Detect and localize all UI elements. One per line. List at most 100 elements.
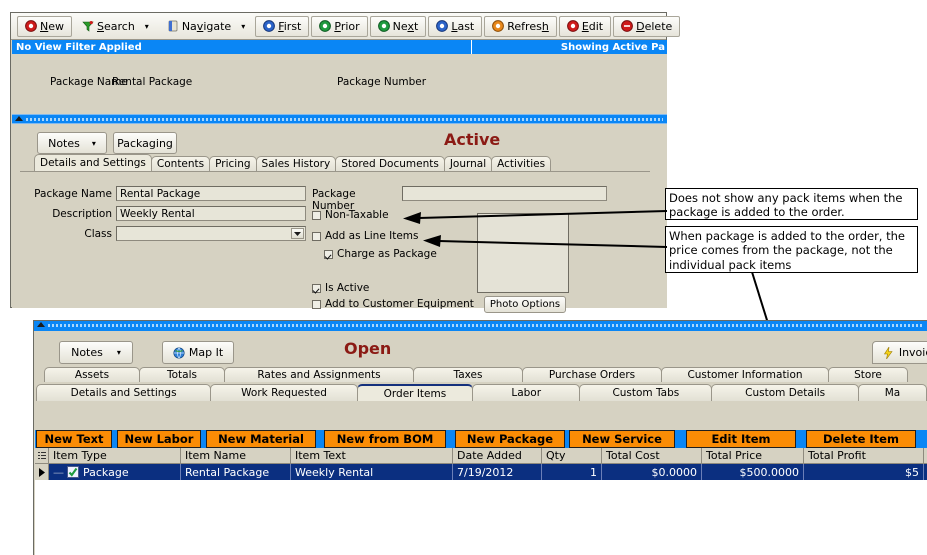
tab-details-and-settings[interactable]: Details and Settings	[34, 154, 152, 171]
search-button-label: Search	[97, 19, 135, 33]
tab-labor[interactable]: Labor	[472, 384, 581, 401]
is-active-checkbox[interactable]: Is Active	[312, 282, 369, 294]
package-tabstrip: Details and Settings Contents Pricing Sa…	[34, 154, 552, 171]
invoice-button[interactable]: Invoice	[872, 341, 927, 364]
prior-button[interactable]: Prior	[311, 15, 368, 37]
description-input[interactable]: Weekly Rental	[116, 206, 306, 221]
tab-contents[interactable]: Contents	[150, 156, 211, 171]
tab-custom-details[interactable]: Custom Details	[711, 384, 859, 401]
tabstrip-underline	[20, 171, 650, 172]
cell-item-type: — Package	[49, 464, 181, 480]
new-text-button[interactable]: New Text	[36, 430, 112, 448]
notes-button[interactable]: Notes ▾	[37, 132, 107, 154]
package-number-input[interactable]	[402, 186, 607, 201]
package-name-input[interactable]: Rental Package	[116, 186, 306, 201]
annotation-line-items: Does not show any pack items when the pa…	[665, 188, 918, 220]
refresh-button[interactable]: Refresh	[484, 15, 557, 37]
grid-header-total-price[interactable]: Total Price	[702, 448, 804, 463]
class-combobox[interactable]	[116, 226, 306, 241]
navigate-button[interactable]: Navigate ▾	[159, 16, 253, 37]
tab-purchase-orders[interactable]: Purchase Orders	[522, 367, 662, 382]
map-it-button[interactable]: Map It	[162, 341, 234, 364]
edit-button[interactable]: Edit	[558, 15, 612, 37]
add-to-customer-equipment-checkbox[interactable]: Add to Customer Equipment	[312, 298, 474, 310]
package-header-panel: Package Name Rental Package Package Numb…	[12, 54, 667, 114]
new-service-button[interactable]: New Service	[569, 430, 675, 448]
photo-preview-box[interactable]	[477, 213, 569, 293]
is-active-label: Is Active	[325, 282, 370, 294]
chevron-down-icon[interactable]: ▾	[92, 139, 96, 148]
tab-customer-information[interactable]: Customer Information	[661, 367, 829, 382]
new-package-button[interactable]: New Package	[455, 430, 565, 448]
new-button[interactable]: New	[17, 15, 72, 37]
lower-splitter[interactable]	[34, 321, 927, 331]
collapse-triangle-icon[interactable]	[37, 322, 45, 327]
chevron-down-icon[interactable]: ▾	[241, 22, 245, 31]
record-red-icon	[25, 20, 37, 32]
tab-stored-documents[interactable]: Stored Documents	[335, 156, 445, 171]
tab-totals[interactable]: Totals	[139, 367, 225, 382]
grid-header-qty[interactable]: Qty	[542, 448, 602, 463]
grid-header-item-text[interactable]: Item Text	[291, 448, 453, 463]
grid-header-row: Item Type Item Name Item Text Date Added…	[35, 448, 927, 464]
tab-pricing[interactable]: Pricing	[209, 156, 257, 171]
tab-work-requested[interactable]: Work Requested	[210, 384, 358, 401]
photo-options-button[interactable]: Photo Options	[484, 296, 566, 313]
record-red-icon	[566, 20, 579, 32]
order-notes-button[interactable]: Notes ▾	[59, 341, 133, 364]
tab-materials[interactable]: Ma	[857, 384, 927, 401]
next-button[interactable]: Next	[369, 15, 427, 37]
non-taxable-checkbox[interactable]: Non-Taxable	[312, 209, 389, 221]
delete-button[interactable]: Delete	[613, 15, 681, 37]
add-as-line-items-label: Add as Line Items	[325, 230, 419, 242]
new-material-button[interactable]: New Material	[206, 430, 316, 448]
form-description-label: Description	[52, 208, 112, 220]
package-window: New Search ▾ Navigate ▾ First Prior Next…	[10, 12, 681, 313]
tab-activities[interactable]: Activities	[491, 156, 552, 171]
packaging-button[interactable]: Packaging	[113, 132, 177, 154]
tab-journal[interactable]: Journal	[443, 156, 493, 171]
tab-rates-and-assignments[interactable]: Rates and Assignments	[224, 367, 414, 382]
row-selector-arrow-icon[interactable]	[35, 464, 49, 480]
tab-order-items[interactable]: Order Items	[356, 384, 474, 401]
tab-stored[interactable]: Store	[828, 367, 908, 382]
grid-header-item-name[interactable]: Item Name	[181, 448, 291, 463]
cell-total-profit: $5	[804, 464, 924, 480]
tab-sales-history[interactable]: Sales History	[255, 156, 337, 171]
tab-order-details-and-settings[interactable]: Details and Settings	[36, 384, 212, 401]
edit-item-button[interactable]: Edit Item	[686, 430, 796, 448]
grid-header-date-added[interactable]: Date Added	[453, 448, 542, 463]
collapse-triangle-icon[interactable]	[15, 116, 23, 121]
splitter-dots	[48, 324, 923, 327]
book-blue-icon	[167, 20, 179, 32]
grid-header-total-profit[interactable]: Total Profit	[804, 448, 924, 463]
charge-as-package-checkbox[interactable]: Charge as Package	[324, 248, 437, 260]
header-package-name-value: Rental Package	[112, 76, 193, 88]
delete-item-button[interactable]: Delete Item	[806, 430, 916, 448]
last-button[interactable]: Last	[428, 15, 483, 37]
new-from-bom-button[interactable]: New from BOM	[324, 430, 446, 448]
globe-icon	[173, 346, 185, 359]
first-button[interactable]: First	[255, 15, 310, 37]
add-as-line-items-checkbox[interactable]: Add as Line Items	[312, 230, 419, 242]
search-button[interactable]: Search ▾	[74, 16, 157, 37]
order-items-grid: Item Type Item Name Item Text Date Added…	[35, 448, 927, 555]
chevron-down-icon[interactable]: ▾	[117, 348, 121, 357]
upper-splitter[interactable]	[12, 114, 667, 124]
new-labor-button[interactable]: New Labor	[117, 430, 201, 448]
tab-assets[interactable]: Assets	[44, 367, 140, 382]
edit-button-label: Edit	[581, 19, 604, 33]
grid-header-total-cost[interactable]: Total Cost	[602, 448, 702, 463]
order-status-word: Open	[344, 339, 392, 358]
checkbox-box-icon	[312, 299, 321, 309]
chevron-down-icon[interactable]: ▾	[145, 22, 149, 31]
chevron-down-icon[interactable]	[291, 228, 304, 239]
showing-active-text: Showing Active Pa	[560, 41, 665, 53]
checkmark-green-icon	[67, 466, 79, 478]
tab-custom-tabs[interactable]: Custom Tabs	[579, 384, 713, 401]
table-row[interactable]: — Package Rental Package Weekly Rental 7…	[35, 464, 927, 480]
grid-header-item-type[interactable]: Item Type	[49, 448, 181, 463]
tab-taxes[interactable]: Taxes	[413, 367, 523, 382]
photo-options-label: Photo Options	[489, 299, 561, 310]
record-green-icon	[377, 20, 390, 32]
